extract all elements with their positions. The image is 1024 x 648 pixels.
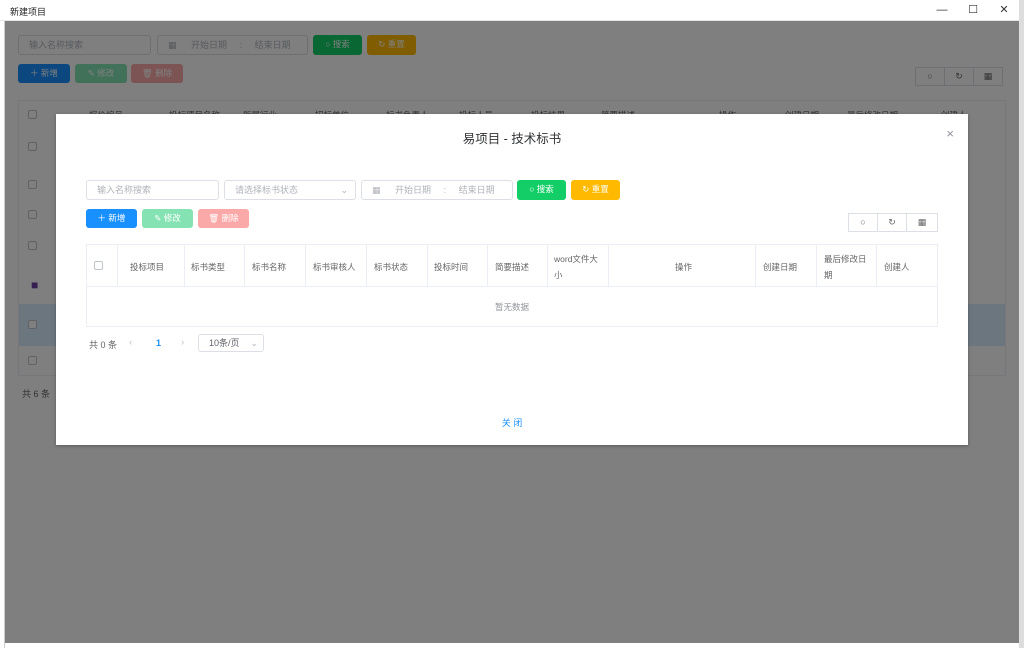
empty-state-text: 暂无数据 xyxy=(494,302,529,312)
prev-page-icon[interactable]: ‹ xyxy=(129,337,132,348)
trash-icon: 🗑 xyxy=(208,213,222,223)
page-size-value: 10条/页 xyxy=(209,338,240,348)
total-count: 共 0 条 xyxy=(89,340,118,350)
date-range-picker[interactable]: ▦ 开始日期 : 结束日期 xyxy=(361,180,513,200)
start-date-field[interactable]: 开始日期 xyxy=(395,185,431,195)
tech-bid-dialog: 易项目 - 技术标书 × 输入名称搜索 请选择标书状态 ⌄ ▦ 开始日期 : 结… xyxy=(56,114,968,445)
add-button[interactable]: ＋ 新增 xyxy=(86,209,137,228)
col-bid-project: 投标项目 xyxy=(130,262,165,272)
maximize-button[interactable]: ☐ xyxy=(957,0,989,21)
col-bid-time: 投标时间 xyxy=(434,262,469,272)
dialog-title: 易项目 - 技术标书 xyxy=(462,132,562,146)
refresh-icon: ↻ xyxy=(888,217,896,227)
edit-button[interactable]: ✎ 修改 xyxy=(142,209,193,228)
bid-status-select[interactable]: 请选择标书状态 ⌄ xyxy=(224,180,356,200)
name-search-input[interactable]: 输入名称搜索 xyxy=(86,180,219,200)
search-button[interactable]: ○ 搜索 xyxy=(517,180,566,200)
delete-button[interactable]: 🗑 删除 xyxy=(198,209,249,228)
end-date-field[interactable]: 结束日期 xyxy=(459,185,495,195)
col-actions: 操作 xyxy=(675,262,693,272)
col-last-modified: 最后修改日期 xyxy=(824,254,867,280)
col-creator: 创建人 xyxy=(884,262,910,272)
col-bid-type: 标书类型 xyxy=(191,262,226,272)
bid-table: 投标项目 标书类型 标书名称 标书审核人 标书状态 投标时间 简要描述 word… xyxy=(86,244,938,327)
calendar-icon: ▦ xyxy=(372,185,381,195)
window-title: 新建项目 xyxy=(10,7,47,17)
close-icon[interactable]: × xyxy=(946,126,954,141)
grid-icon: ▦ xyxy=(917,217,927,227)
chevron-down-icon: ⌄ xyxy=(250,338,258,348)
minimize-button[interactable]: — xyxy=(926,0,958,21)
refresh-icon: ↻ xyxy=(582,184,592,194)
date-separator: : xyxy=(443,185,447,195)
window-titlebar: 新建项目 — ☐ ✕ xyxy=(0,0,1024,21)
search-icon: ○ xyxy=(529,184,537,194)
next-page-icon[interactable]: › xyxy=(181,337,184,348)
toggle-search-button[interactable]: ○ xyxy=(848,213,878,232)
refresh-button[interactable]: ↻ xyxy=(877,213,907,232)
col-bid-status: 标书状态 xyxy=(374,262,409,272)
columns-button[interactable]: ▦ xyxy=(906,213,938,232)
page-1[interactable]: 1 xyxy=(156,338,161,348)
col-bid-name: 标书名称 xyxy=(252,262,287,272)
edit-icon: ✎ xyxy=(154,213,164,223)
col-reviewer: 标书审核人 xyxy=(313,262,356,272)
chevron-down-icon: ⌄ xyxy=(340,185,348,195)
select-all-checkbox[interactable] xyxy=(94,261,103,270)
window-right-edge xyxy=(1019,0,1024,648)
status-select-placeholder: 请选择标书状态 xyxy=(235,185,299,195)
dialog-close-button[interactable]: 关 闭 xyxy=(56,416,968,429)
col-word-file-size: word文件大小 xyxy=(554,254,598,280)
plus-icon: ＋ xyxy=(97,213,109,223)
reset-button[interactable]: ↻ 重置 xyxy=(571,180,620,200)
page-size-select[interactable]: 10条/页 ⌄ xyxy=(198,334,264,352)
col-created-date: 创建日期 xyxy=(763,262,798,272)
search-icon: ○ xyxy=(860,217,866,227)
close-window-button[interactable]: ✕ xyxy=(988,0,1020,21)
col-description: 简要描述 xyxy=(495,262,530,272)
